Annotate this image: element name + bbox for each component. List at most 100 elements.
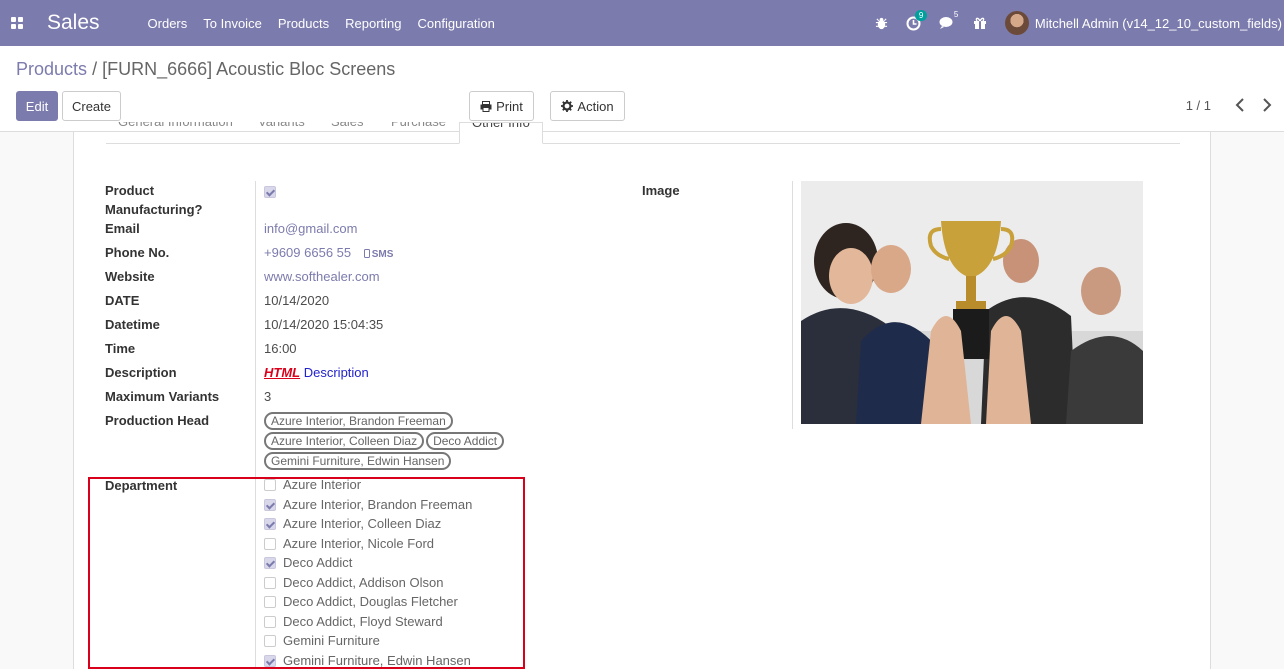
phone-label: Phone No. xyxy=(105,245,170,260)
description-value: HTML Description xyxy=(264,363,369,382)
sms-label: SMS xyxy=(371,249,394,260)
department-checkbox[interactable] xyxy=(264,537,276,550)
department-checkbox[interactable] xyxy=(264,615,276,628)
department-option-label: Deco Addict, Addison Olson xyxy=(283,575,444,590)
email-label: Email xyxy=(105,221,140,236)
description-label: Description xyxy=(105,365,177,380)
department-option-azure-interior-colleen-diaz[interactable]: Azure Interior, Colleen Diaz xyxy=(264,516,441,531)
department-option-deco-addict-douglas-fletcher[interactable]: Deco Addict, Douglas Fletcher xyxy=(264,594,458,609)
edit-button[interactable]: Edit xyxy=(16,91,58,121)
department-checkbox[interactable] xyxy=(264,576,276,589)
debug-bug-icon[interactable] xyxy=(875,17,888,30)
department-checkbox[interactable] xyxy=(264,517,276,530)
image-label: Image xyxy=(642,183,680,198)
breadcrumb-current: [FURN_6666] Acoustic Bloc Screens xyxy=(102,59,396,79)
tag-chip[interactable]: Azure Interior, Brandon Freeman xyxy=(264,412,453,430)
website-link[interactable]: www.softhealer.com xyxy=(264,267,380,286)
department-option-deco-addict-addison-olson[interactable]: Deco Addict, Addison Olson xyxy=(264,575,443,590)
breadcrumb: Products / [FURN_6666] Acoustic Bloc Scr… xyxy=(16,59,395,80)
max-variants-value: 3 xyxy=(264,389,272,404)
menu-to-invoice[interactable]: To Invoice xyxy=(203,16,262,31)
activity-count-badge: 9 xyxy=(914,9,928,21)
image-divider xyxy=(792,181,793,429)
print-label: Print xyxy=(496,98,523,114)
create-button[interactable]: Create xyxy=(62,91,121,121)
apps-menu-icon[interactable] xyxy=(11,16,24,30)
max-variants-label: Maximum Variants xyxy=(105,389,220,404)
app-name[interactable]: Sales xyxy=(47,11,100,35)
breadcrumb-products[interactable]: Products xyxy=(16,59,87,79)
tab-variants[interactable]: Variants xyxy=(258,122,318,144)
tag-chip[interactable]: Gemini Furniture, Edwin Hansen xyxy=(264,452,452,470)
production-head-label: Production Head xyxy=(105,413,210,428)
department-checkbox[interactable] xyxy=(264,634,276,647)
chevron-left-icon[interactable] xyxy=(1233,96,1247,114)
product-image[interactable] xyxy=(801,181,1143,424)
production-head-tags: Azure Interior, Brandon Freeman Azure In… xyxy=(264,411,524,471)
activity-clock-icon[interactable]: 9 xyxy=(906,9,928,31)
sms-button[interactable]: SMS xyxy=(363,249,394,260)
department-option-gemini-furniture-edwin-hansen[interactable]: Gemini Furniture, Edwin Hansen xyxy=(264,653,471,668)
department-checkbox[interactable] xyxy=(264,556,276,569)
product-manufacturing-checkbox-wrap xyxy=(264,181,276,200)
notebook-tabs: General Information Variants Sales Purch… xyxy=(106,122,1180,144)
user-menu[interactable]: Mitchell Admin (v14_12_10_custom_fields) xyxy=(1004,11,1282,35)
website-label: Website xyxy=(105,269,155,284)
description-html-word: HTML xyxy=(264,365,301,380)
tab-other-info[interactable]: Other Info xyxy=(459,122,543,144)
date-value: 10/14/2020 xyxy=(264,293,330,308)
gear-icon xyxy=(561,100,574,112)
pager-value[interactable]: 1 / 1 xyxy=(1186,98,1211,113)
menu-configuration[interactable]: Configuration xyxy=(418,16,495,31)
department-option-label: Azure Interior, Brandon Freeman xyxy=(283,497,473,512)
printer-icon xyxy=(480,100,492,112)
product-manufacturing-checkbox[interactable] xyxy=(264,185,276,198)
time-value: 16:00 xyxy=(264,341,297,356)
tab-purchase[interactable]: Purchase xyxy=(391,122,461,144)
department-option-label: Deco Addict, Floyd Steward xyxy=(283,614,443,629)
department-option-label: Gemini Furniture, Edwin Hansen xyxy=(283,653,471,668)
date-label: DATE xyxy=(105,293,140,308)
department-checkbox[interactable] xyxy=(264,478,276,491)
department-checkbox[interactable] xyxy=(264,595,276,608)
department-option-azure-interior[interactable]: Azure Interior xyxy=(264,477,361,492)
chevron-right-icon[interactable] xyxy=(1260,96,1274,114)
department-option-label: Deco Addict xyxy=(283,555,353,570)
user-name: Mitchell Admin (v14_12_10_custom_fields) xyxy=(1034,15,1282,31)
tag-chip[interactable]: Azure Interior, Colleen Diaz xyxy=(264,432,425,450)
department-option-label: Azure Interior, Nicole Ford xyxy=(283,536,435,551)
systray: 9 5 Mitchell Admin (v14_12_10_custom_fie… xyxy=(866,0,1284,46)
menu-products[interactable]: Products xyxy=(278,16,329,31)
menu-orders[interactable]: Orders xyxy=(148,16,188,31)
control-panel: Products / [FURN_6666] Acoustic Bloc Scr… xyxy=(0,46,1284,132)
department-checkbox[interactable] xyxy=(264,654,276,667)
action-button[interactable]: Action xyxy=(550,91,625,121)
phone-link[interactable]: +9609 6656 55 xyxy=(264,245,351,260)
tab-sales[interactable]: Sales xyxy=(331,122,377,144)
datetime-value: 10/14/2020 15:04:35 xyxy=(264,317,384,332)
print-button[interactable]: Print xyxy=(469,91,534,121)
top-navbar: Sales Orders To Invoice Products Reporti… xyxy=(0,0,1284,46)
department-option-deco-addict[interactable]: Deco Addict xyxy=(264,555,352,570)
department-option-deco-addict-floyd-steward[interactable]: Deco Addict, Floyd Steward xyxy=(264,614,443,629)
mobile-phone-icon xyxy=(363,249,370,258)
main-menu: Orders To Invoice Products Reporting Con… xyxy=(140,16,503,31)
tab-general-information[interactable]: General Information xyxy=(118,122,242,144)
department-checkbox[interactable] xyxy=(264,498,276,511)
email-link[interactable]: info@gmail.com xyxy=(264,219,357,238)
time-label: Time xyxy=(105,341,136,356)
messages-count-badge: 5 xyxy=(953,10,959,19)
department-option-label: Deco Addict, Douglas Fletcher xyxy=(283,594,458,609)
product-manufacturing-label-line1: Product xyxy=(105,183,155,198)
department-option-azure-interior-nicole-ford[interactable]: Azure Interior, Nicole Ford xyxy=(264,536,434,551)
department-option-gemini-furniture[interactable]: Gemini Furniture xyxy=(264,633,380,648)
tag-chip[interactable]: Deco Addict xyxy=(426,432,505,450)
gift-icon[interactable] xyxy=(973,16,987,30)
avatar xyxy=(1004,11,1029,35)
phone-field: +9609 6656 55 SMS xyxy=(264,243,393,264)
menu-reporting[interactable]: Reporting xyxy=(345,16,401,31)
messages-chat-icon[interactable]: 5 xyxy=(939,10,958,30)
department-option-label: Azure Interior xyxy=(283,477,362,492)
action-label: Action xyxy=(577,98,614,114)
department-option-azure-interior-brandon-freeman[interactable]: Azure Interior, Brandon Freeman xyxy=(264,497,472,512)
